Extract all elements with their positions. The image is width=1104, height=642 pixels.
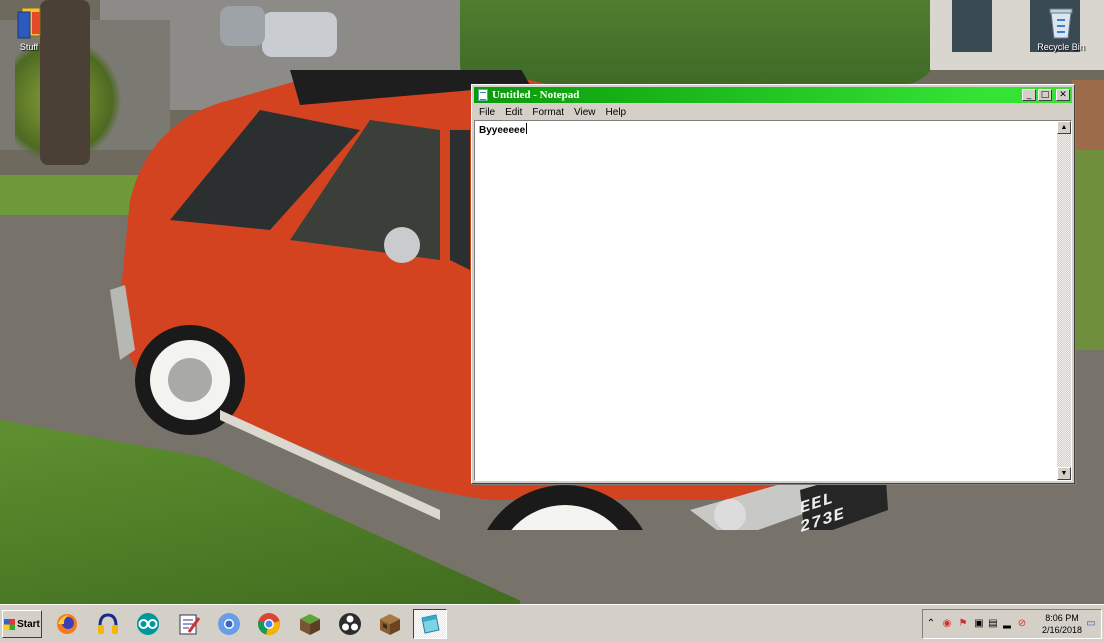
menu-file[interactable]: File <box>474 107 500 118</box>
notepad-icon <box>478 89 488 101</box>
scroll-down-arrow-icon[interactable]: ▼ <box>1057 467 1071 480</box>
antivirus-icon[interactable]: ◉ <box>941 618 953 630</box>
taskbar-notepad[interactable] <box>413 609 447 639</box>
taskbar-chromium[interactable] <box>212 609 246 639</box>
recycle-bin-icon <box>1049 8 1073 39</box>
menu-bar: File Edit Format View Help <box>474 104 1072 120</box>
taskbar-chrome[interactable] <box>252 609 286 639</box>
chrome-icon <box>258 613 280 635</box>
menu-help[interactable]: Help <box>601 107 632 118</box>
editor-text: Byyeeeee <box>479 123 528 136</box>
wallpaper-parked-car <box>262 12 337 57</box>
text-caret <box>526 123 528 134</box>
folder-book-icon <box>17 7 41 39</box>
notepad-icon <box>421 614 440 634</box>
desktop-icon-recycle-bin[interactable]: Recycle Bin <box>1032 6 1090 52</box>
close-button[interactable]: ✕ <box>1056 89 1070 101</box>
crafting-table-icon <box>380 614 400 635</box>
menu-edit[interactable]: Edit <box>500 107 527 118</box>
printer-icon[interactable]: ▤ <box>987 618 999 630</box>
show-desktop-icon[interactable]: ▭ <box>1085 618 1097 630</box>
editor-content: Byyeeeee <box>479 125 526 136</box>
taskbar-minecraft[interactable] <box>293 609 327 639</box>
chromium-icon <box>218 613 240 635</box>
arduino-icon <box>137 613 159 635</box>
notepad-edit-icon <box>179 614 201 635</box>
system-tray: ⌃ ◉ ⚑ ▣ ▤ ▂ ⊘ 8:06 PM 2/16/2018 ▭ <box>922 609 1102 639</box>
taskbar-notepad-edit[interactable] <box>172 609 206 639</box>
desktop-icon-stuff[interactable]: Stuff <box>0 6 58 52</box>
obs-icon <box>339 613 361 635</box>
minimize-button[interactable]: _ <box>1022 89 1036 101</box>
taskbar: Start ⌃ ◉ ⚑ ▣ ▤ ▂ ⊘ 8:06 PM 2/16/2018 ▭ <box>0 604 1104 642</box>
desktop-icon-label: Recycle Bin <box>1037 42 1085 52</box>
wallpaper-parked-car <box>220 6 265 46</box>
minecraft-icon <box>300 614 320 635</box>
vertical-scrollbar[interactable]: ▲ ▼ <box>1057 121 1071 480</box>
taskbar-audacity[interactable] <box>91 609 125 639</box>
clock-time: 8:06 PM <box>1045 613 1079 623</box>
device-icon[interactable]: ▣ <box>973 618 985 630</box>
menu-view[interactable]: View <box>569 107 601 118</box>
clock-date: 2/16/2018 <box>1041 625 1083 635</box>
chevron-up-icon[interactable]: ⌃ <box>925 618 937 630</box>
alert-flag-icon[interactable]: ⚑ <box>957 618 969 630</box>
volume-muted-icon[interactable]: ⊘ <box>1016 618 1028 630</box>
window-title: Untitled - Notepad <box>492 89 580 101</box>
maximize-button[interactable]: □ <box>1038 89 1052 101</box>
desktop-icon-label: Stuff <box>19 42 39 52</box>
network-signal-icon[interactable]: ▂ <box>1001 618 1013 630</box>
start-label: Start <box>17 618 40 630</box>
menu-format[interactable]: Format <box>527 107 569 118</box>
taskbar-obs[interactable] <box>333 609 367 639</box>
wallpaper-grass <box>1075 150 1104 350</box>
title-bar[interactable]: Untitled - Notepad _ □ ✕ <box>474 87 1072 103</box>
firefox-icon <box>57 614 77 634</box>
taskbar-firefox[interactable] <box>50 609 84 639</box>
audacity-icon <box>98 613 118 634</box>
scroll-up-arrow-icon[interactable]: ▲ <box>1057 121 1071 134</box>
clock[interactable]: 8:06 PM 2/16/2018 <box>1035 612 1089 636</box>
notepad-window[interactable]: Untitled - Notepad _ □ ✕ File Edit Forma… <box>471 84 1075 484</box>
taskbar-arduino[interactable] <box>131 609 165 639</box>
wallpaper-brick-wall <box>1072 80 1104 150</box>
taskbar-crafting-table[interactable] <box>373 609 407 639</box>
windows-flag-icon <box>4 618 16 630</box>
start-button[interactable]: Start <box>2 610 42 638</box>
text-editor[interactable]: Byyeeeee ▲ ▼ <box>474 120 1072 481</box>
